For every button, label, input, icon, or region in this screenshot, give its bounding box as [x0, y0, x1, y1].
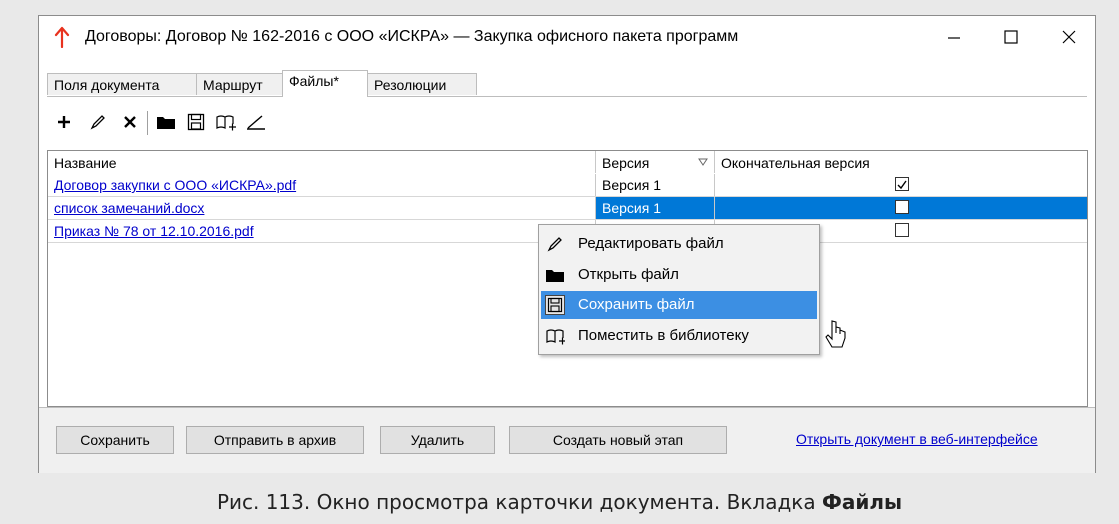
save-icon: [187, 113, 205, 131]
menu-item-label: Редактировать файл: [578, 235, 724, 252]
library-button[interactable]: [213, 109, 239, 135]
save-file-button[interactable]: [183, 109, 209, 135]
tab-label: Маршрут: [203, 77, 263, 93]
menu-item-add-to-library[interactable]: Поместить в библиотеку: [541, 322, 817, 350]
caption-bold-text: Файлы: [821, 490, 903, 514]
tab-files[interactable]: Файлы*: [282, 70, 368, 97]
title-bar[interactable]: Договоры: Договор № 162-2016 с ООО «ИСКР…: [39, 16, 1095, 58]
version-cell: Версия 1: [595, 197, 714, 219]
tab-resolutions[interactable]: Резолюции: [367, 73, 477, 95]
library-icon: [545, 326, 565, 346]
edit-icon: [545, 234, 565, 254]
tab-strip: Поля документа Маршрут Файлы* Резолюции: [47, 70, 1087, 97]
sort-arrow-icon: [698, 158, 708, 166]
file-context-menu: Редактировать файл Открыть файл Сохранит…: [538, 224, 820, 355]
tab-label: Резолюции: [374, 77, 447, 93]
menu-item-open-file[interactable]: Открыть файл: [541, 261, 817, 289]
toolbar-separator: [147, 111, 148, 135]
menu-item-save-file[interactable]: Сохранить файл: [541, 291, 817, 319]
menu-item-edit-file[interactable]: Редактировать файл: [541, 230, 817, 258]
delete-button[interactable]: Удалить: [380, 426, 495, 454]
open-in-web-link[interactable]: Открыть документ в веб-интерфейсе: [796, 431, 1038, 447]
mouse-cursor-icon: [825, 320, 846, 348]
minimize-icon: [948, 37, 960, 39]
menu-item-label: Открыть файл: [578, 266, 679, 283]
table-row-selected[interactable]: список замечаний.docx Версия 1: [48, 197, 1087, 219]
menu-item-label: Сохранить файл: [578, 296, 695, 313]
tab-label: Поля документа: [54, 77, 160, 93]
column-header-label: Название: [54, 155, 117, 171]
save-button[interactable]: Сохранить: [56, 426, 174, 454]
archive-button[interactable]: Отправить в архив: [186, 426, 364, 454]
column-header-final-version[interactable]: Окончательная версия: [714, 151, 1087, 173]
file-link[interactable]: список замечаний.docx: [54, 200, 204, 216]
edit-icon: [90, 115, 105, 130]
figure-caption: Рис. 113. Окно просмотра карточки докуме…: [0, 490, 1119, 514]
sign-button[interactable]: [243, 109, 269, 135]
caption-text: Рис. 113. Окно просмотра карточки докуме…: [216, 490, 822, 514]
minimize-button[interactable]: [934, 22, 974, 52]
tab-document-fields[interactable]: Поля документа: [47, 73, 197, 95]
final-version-checkbox[interactable]: [895, 223, 909, 237]
table-row[interactable]: Договор закупки с ООО «ИСКРА».pdf Версия…: [48, 174, 1087, 196]
file-name-cell[interactable]: список замечаний.docx: [48, 197, 595, 219]
add-file-button[interactable]: [51, 109, 77, 135]
folder-icon: [545, 265, 565, 285]
close-icon: [1062, 30, 1076, 44]
final-version-checkbox[interactable]: [895, 177, 909, 191]
delete-file-button[interactable]: [117, 109, 143, 135]
tab-label: Файлы*: [289, 73, 339, 89]
column-header-label: Окончательная версия: [721, 155, 870, 171]
sign-icon: [247, 115, 265, 130]
save-icon: [545, 295, 565, 315]
close-button[interactable]: [1049, 22, 1089, 52]
final-version-checkbox[interactable]: [895, 200, 909, 214]
column-header-name[interactable]: Название: [48, 151, 595, 173]
checkmark-icon: [897, 180, 907, 190]
library-icon: [216, 115, 236, 131]
bottom-button-bar: Сохранить Отправить в архив Удалить Созд…: [39, 407, 1095, 473]
tab-route[interactable]: Маршрут: [196, 73, 283, 95]
delete-icon: [124, 116, 136, 128]
maximize-icon: [1004, 30, 1018, 44]
document-card-window: Договоры: Договор № 162-2016 с ООО «ИСКР…: [38, 15, 1096, 473]
open-file-button[interactable]: [153, 109, 179, 135]
maximize-button[interactable]: [991, 22, 1031, 52]
column-header-version[interactable]: Версия: [595, 151, 714, 173]
file-name-cell[interactable]: Приказ № 78 от 12.10.2016.pdf: [48, 220, 595, 242]
add-icon: [58, 116, 70, 128]
file-link[interactable]: Договор закупки с ООО «ИСКРА».pdf: [54, 177, 296, 193]
column-header-label: Версия: [602, 155, 650, 171]
menu-item-label: Поместить в библиотеку: [578, 327, 749, 344]
edit-file-button[interactable]: [85, 109, 111, 135]
file-link[interactable]: Приказ № 78 от 12.10.2016.pdf: [54, 223, 254, 239]
open-folder-icon: [157, 117, 175, 129]
new-stage-button[interactable]: Создать новый этап: [509, 426, 727, 454]
file-name-cell[interactable]: Договор закупки с ООО «ИСКРА».pdf: [48, 174, 595, 196]
version-cell: Версия 1: [595, 174, 714, 196]
window-title: Договоры: Договор № 162-2016 с ООО «ИСКР…: [85, 28, 739, 45]
app-arrow-icon: [54, 26, 70, 48]
files-toolbar: [49, 107, 369, 139]
